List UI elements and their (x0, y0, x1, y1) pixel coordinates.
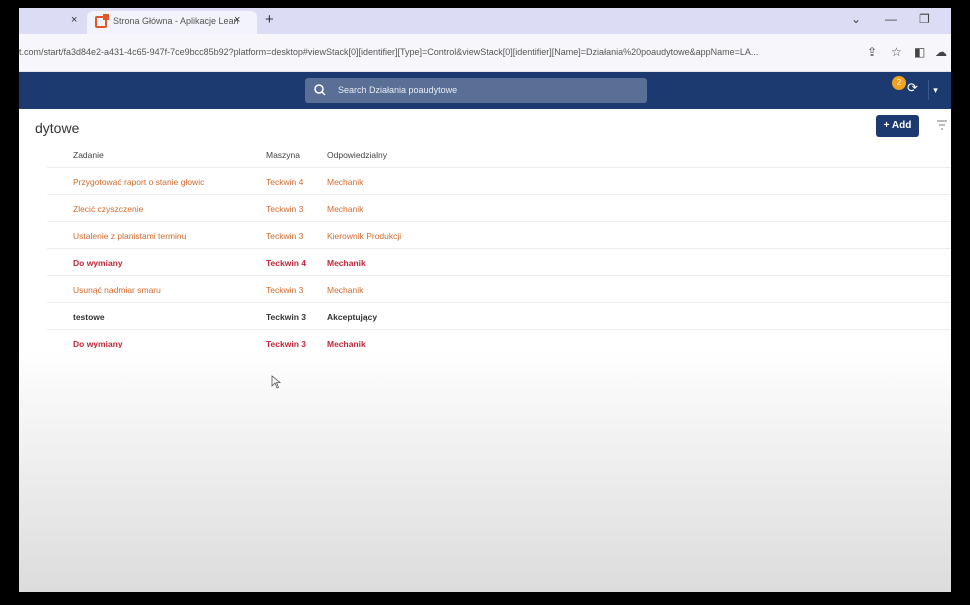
tab-title: Strona Główna - Aplikacje Lean (113, 16, 239, 26)
table-row[interactable]: Przygotować raport o stanie głowic Teckwi… (47, 168, 951, 195)
notification-badge: 2 (892, 76, 906, 90)
restore-button[interactable]: ❐ (919, 12, 930, 26)
browser-tab-bar: × Strona Główna - Aplikacje Lean × + ⌄ —… (19, 8, 951, 34)
search-bar[interactable]: Search Działania poaudytowe (305, 78, 647, 103)
cell-maszyna: Teckwin 3 (266, 312, 306, 322)
chevron-down-icon[interactable]: ▾ (928, 80, 942, 100)
filter-icon[interactable] (937, 119, 947, 131)
address-bar[interactable]: t.com/start/fa3d84e2-a431-4c65-947f-7ce9… (19, 34, 951, 72)
minimize-button[interactable]: — (885, 12, 897, 26)
chevron-down-icon[interactable]: ⌄ (851, 12, 861, 26)
star-icon[interactable]: ☆ (891, 45, 902, 59)
cell-odpowiedzialny: Mechanik (327, 177, 364, 187)
column-header-maszyna[interactable]: Maszyna (266, 150, 300, 160)
column-header-zadanie[interactable]: Zadanie (73, 150, 104, 160)
new-tab-button[interactable]: + (265, 11, 274, 28)
column-header-odpowiedzialny[interactable]: Odpowiedzialny (327, 150, 387, 160)
extension-icon[interactable]: ☁ (935, 45, 947, 59)
cell-zadanie: Zlecić czyszczenie (73, 204, 144, 214)
cell-odpowiedzialny: Mechanik (327, 258, 366, 268)
cell-zadanie: Do wymiany (73, 258, 123, 268)
share-icon[interactable]: ⇪ (867, 45, 877, 59)
screen: × Strona Główna - Aplikacje Lean × + ⌄ —… (19, 8, 951, 592)
cell-zadanie: testowe (73, 312, 105, 322)
cell-zadanie: Ustalenie z planistami terminu (73, 231, 187, 241)
search-input[interactable]: Search Działania poaudytowe (338, 85, 457, 95)
table-header: Zadanie Maszyna Odpowiedzialny (47, 141, 951, 168)
cell-maszyna: Teckwin 3 (266, 231, 304, 241)
cell-zadanie: Usunąć nadmiar smaru (73, 285, 161, 295)
cell-maszyna: Teckwin 3 (266, 204, 304, 214)
browser-tab[interactable]: Strona Główna - Aplikacje Lean × (87, 11, 257, 34)
app-header: Search Działania poaudytowe (19, 72, 951, 109)
cell-odpowiedzialny: Mechanik (327, 204, 364, 214)
close-tab-icon[interactable]: × (234, 14, 240, 26)
cell-odpowiedzialny: Kierownik Produkcji (327, 231, 402, 241)
url-text[interactable]: t.com/start/fa3d84e2-a431-4c65-947f-7ce9… (19, 47, 839, 57)
add-button[interactable]: + Add (876, 115, 919, 137)
cell-maszyna: Teckwin 4 (266, 177, 304, 187)
table-row[interactable]: Ustalenie z planistami terminu Teckwin 3 K… (47, 222, 951, 249)
cell-maszyna: Teckwin 3 (266, 285, 304, 295)
sync-icon[interactable]: ⟳ (907, 80, 927, 100)
favicon-icon (95, 14, 109, 28)
sidebar-icon[interactable]: ◧ (914, 45, 925, 59)
cell-odpowiedzialny: Akceptujący (327, 312, 378, 322)
page-title: dytowe (35, 120, 80, 136)
cell-maszyna: Teckwin 4 (266, 258, 306, 268)
table-row[interactable]: testowe Teckwin 3 Akceptujący (47, 303, 951, 330)
mouse-cursor-icon (271, 375, 281, 389)
table-row[interactable]: Do wymiany Teckwin 4 Mechanik (47, 249, 951, 276)
close-tab-icon[interactable]: × (71, 14, 77, 26)
cell-zadanie: Przygotować raport o stanie głowic (73, 177, 205, 187)
table-row[interactable]: Usunąć nadmiar smaru Teckwin 3 Mechanik (47, 276, 951, 303)
table-row[interactable]: Zlecić czyszczenie Teckwin 3 Mechanik (47, 195, 951, 222)
search-icon (314, 84, 326, 96)
cell-odpowiedzialny: Mechanik (327, 285, 364, 295)
empty-area (19, 348, 951, 592)
